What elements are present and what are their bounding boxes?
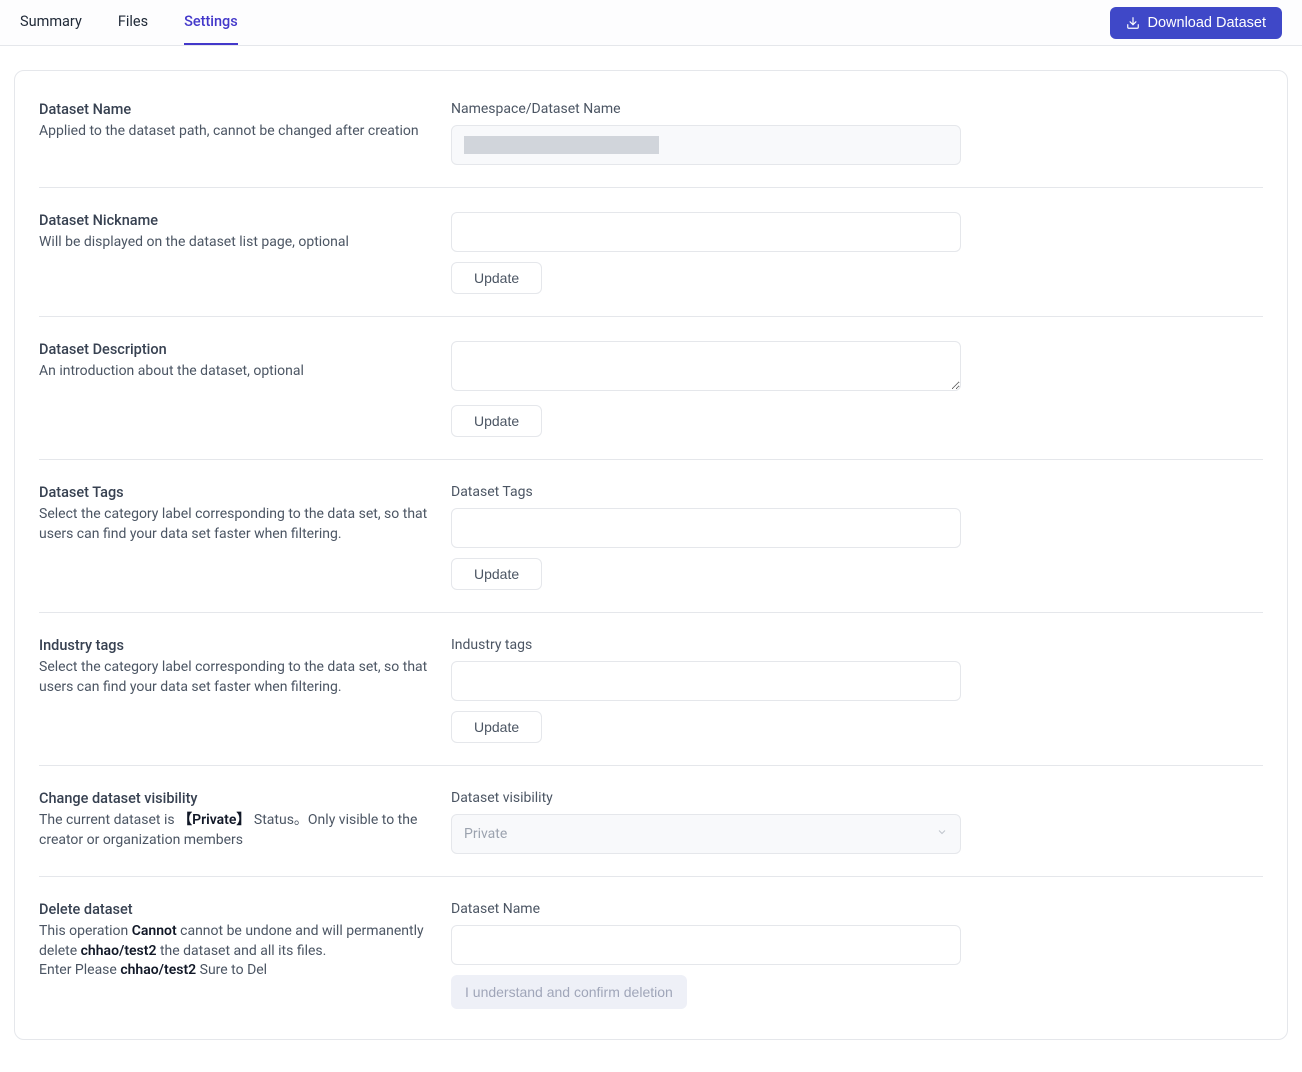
- nickname-desc: Will be displayed on the dataset list pa…: [39, 233, 431, 253]
- delete-desc-p1: This operation: [39, 923, 132, 939]
- description-textarea[interactable]: [451, 341, 961, 391]
- dataset-name-desc: Applied to the dataset path, cannot be c…: [39, 122, 431, 142]
- delete-desc-p4: Enter Please: [39, 962, 120, 978]
- visibility-field-label: Dataset visibility: [451, 790, 1263, 806]
- delete-desc: This operation Cannot cannot be undone a…: [39, 922, 431, 981]
- tab-settings[interactable]: Settings: [184, 0, 238, 45]
- visibility-select-value: Private: [464, 826, 507, 842]
- tags-update-button[interactable]: Update: [451, 558, 542, 590]
- description-update-button[interactable]: Update: [451, 405, 542, 437]
- delete-confirm-input[interactable]: [451, 925, 961, 965]
- industry-desc: Select the category label corresponding …: [39, 658, 431, 697]
- visibility-select[interactable]: Private: [451, 814, 961, 854]
- nickname-title: Dataset Nickname: [39, 212, 431, 229]
- industry-field-label: Industry tags: [451, 637, 1263, 653]
- header-bar: Summary Files Settings Download Dataset: [0, 0, 1302, 46]
- section-delete-dataset: Delete dataset This operation Cannot can…: [39, 901, 1263, 1009]
- settings-card: Dataset Name Applied to the dataset path…: [14, 70, 1288, 1040]
- section-dataset-nickname: Dataset Nickname Will be displayed on th…: [39, 212, 1263, 317]
- download-dataset-button[interactable]: Download Dataset: [1110, 7, 1283, 39]
- description-desc: An introduction about the dataset, optio…: [39, 362, 431, 382]
- delete-desc-cannot: Cannot: [132, 923, 177, 939]
- visibility-desc-prefix: The current dataset is: [39, 812, 178, 828]
- namespace-placeholder: [464, 136, 659, 154]
- download-icon: [1126, 16, 1140, 30]
- description-title: Dataset Description: [39, 341, 431, 358]
- delete-title: Delete dataset: [39, 901, 431, 918]
- namespace-input: [451, 125, 961, 165]
- delete-desc-path1: chhao/test2: [81, 943, 157, 959]
- chevron-down-icon: [936, 826, 948, 842]
- section-visibility: Change dataset visibility The current da…: [39, 790, 1263, 877]
- delete-desc-p3: the dataset and all its files.: [156, 943, 326, 959]
- delete-desc-path2: chhao/test2: [120, 962, 196, 978]
- tags-title: Dataset Tags: [39, 484, 431, 501]
- nickname-input[interactable]: [451, 212, 961, 252]
- visibility-desc-status: 【Private】: [178, 812, 250, 828]
- nickname-update-button[interactable]: Update: [451, 262, 542, 294]
- industry-update-button[interactable]: Update: [451, 711, 542, 743]
- industry-input[interactable]: [451, 661, 961, 701]
- section-dataset-tags: Dataset Tags Select the category label c…: [39, 484, 1263, 613]
- tab-files[interactable]: Files: [118, 0, 148, 45]
- section-industry-tags: Industry tags Select the category label …: [39, 637, 1263, 766]
- tags-desc: Select the category label corresponding …: [39, 505, 431, 544]
- tags-field-label: Dataset Tags: [451, 484, 1263, 500]
- visibility-title: Change dataset visibility: [39, 790, 431, 807]
- tags-input[interactable]: [451, 508, 961, 548]
- delete-field-label: Dataset Name: [451, 901, 1263, 917]
- visibility-desc: The current dataset is 【Private】 Status。…: [39, 811, 431, 850]
- delete-desc-p5: Sure to Del: [196, 962, 267, 978]
- tab-summary[interactable]: Summary: [20, 0, 82, 45]
- section-dataset-description: Dataset Description An introduction abou…: [39, 341, 1263, 460]
- delete-confirm-button[interactable]: I understand and confirm deletion: [451, 975, 687, 1009]
- industry-title: Industry tags: [39, 637, 431, 654]
- dataset-name-title: Dataset Name: [39, 101, 431, 118]
- tabs: Summary Files Settings: [20, 0, 238, 45]
- download-dataset-label: Download Dataset: [1148, 15, 1267, 31]
- namespace-label: Namespace/Dataset Name: [451, 101, 1263, 117]
- section-dataset-name: Dataset Name Applied to the dataset path…: [39, 101, 1263, 188]
